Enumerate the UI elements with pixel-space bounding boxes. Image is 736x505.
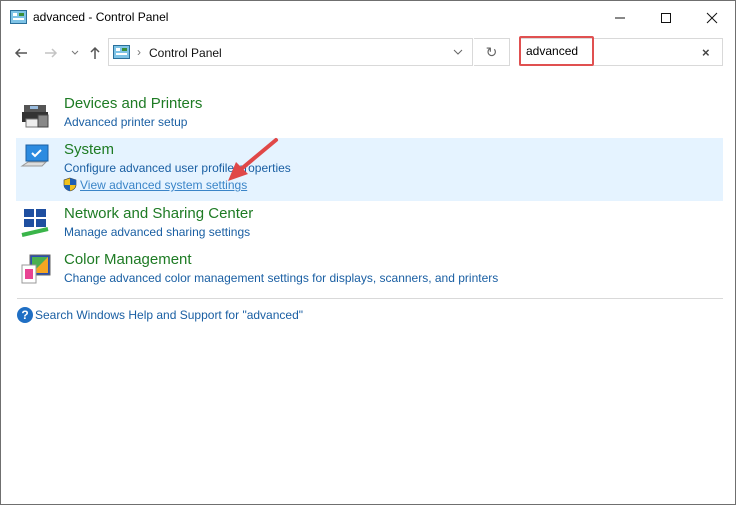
result-network-and-sharing-center: Network and Sharing Center Manage advanc… [16,205,723,245]
result-title[interactable]: Network and Sharing Center [64,205,253,222]
network-icon [21,209,49,237]
result-system: System Configure advanced user profile p… [16,138,723,201]
address-dropdown-icon[interactable] [453,46,463,58]
window-title: advanced - Control Panel [33,10,169,24]
breadcrumb-control-panel[interactable]: Control Panel [149,46,222,60]
result-link[interactable]: Advanced printer setup [64,115,187,129]
maximize-button[interactable] [643,1,689,34]
address-bar[interactable]: › Control Panel [108,38,473,66]
recent-locations-button[interactable] [65,43,85,63]
up-arrow-icon [90,46,100,59]
up-button[interactable] [85,43,105,63]
title-bar: advanced - Control Panel [1,1,735,34]
minimize-icon [615,17,625,18]
result-title[interactable]: System [64,141,114,158]
control-panel-icon [10,10,27,24]
result-link[interactable]: Manage advanced sharing settings [64,225,250,239]
back-button[interactable] [11,43,31,63]
search-box[interactable]: × [519,38,723,66]
uac-shield-icon [63,177,77,192]
navigation-bar: › Control Panel ↻ × [1,37,735,69]
result-title[interactable]: Color Management [64,251,192,268]
close-button[interactable] [689,1,735,34]
maximize-icon [661,12,671,23]
clear-search-icon[interactable]: × [702,45,710,60]
forward-arrow-icon [45,48,58,58]
forward-button[interactable] [41,43,61,63]
help-icon: ? [17,307,33,323]
minimize-button[interactable] [597,1,643,34]
result-link[interactable]: Configure advanced user profile properti… [64,161,291,175]
result-title[interactable]: Devices and Printers [64,95,202,112]
help-search-text[interactable]: Search Windows Help and Support for "adv… [35,308,303,322]
control-panel-icon [113,45,130,59]
results-divider [17,298,723,299]
refresh-button[interactable]: ↻ [474,38,510,66]
result-color-management: Color Management Change advanced color m… [16,251,723,291]
close-icon [706,12,718,23]
back-arrow-icon [14,48,27,58]
system-monitor-icon [20,144,49,167]
result-devices-and-printers: Devices and Printers Advanced printer se… [16,95,723,135]
color-management-icon [21,254,51,284]
devices-printers-icon [22,105,49,128]
search-input[interactable] [526,44,686,58]
view-advanced-system-settings-link[interactable]: View advanced system settings [80,178,247,192]
result-link[interactable]: Change advanced color management setting… [64,271,498,285]
breadcrumb-separator[interactable]: › [137,45,141,59]
chevron-down-icon [71,50,79,55]
